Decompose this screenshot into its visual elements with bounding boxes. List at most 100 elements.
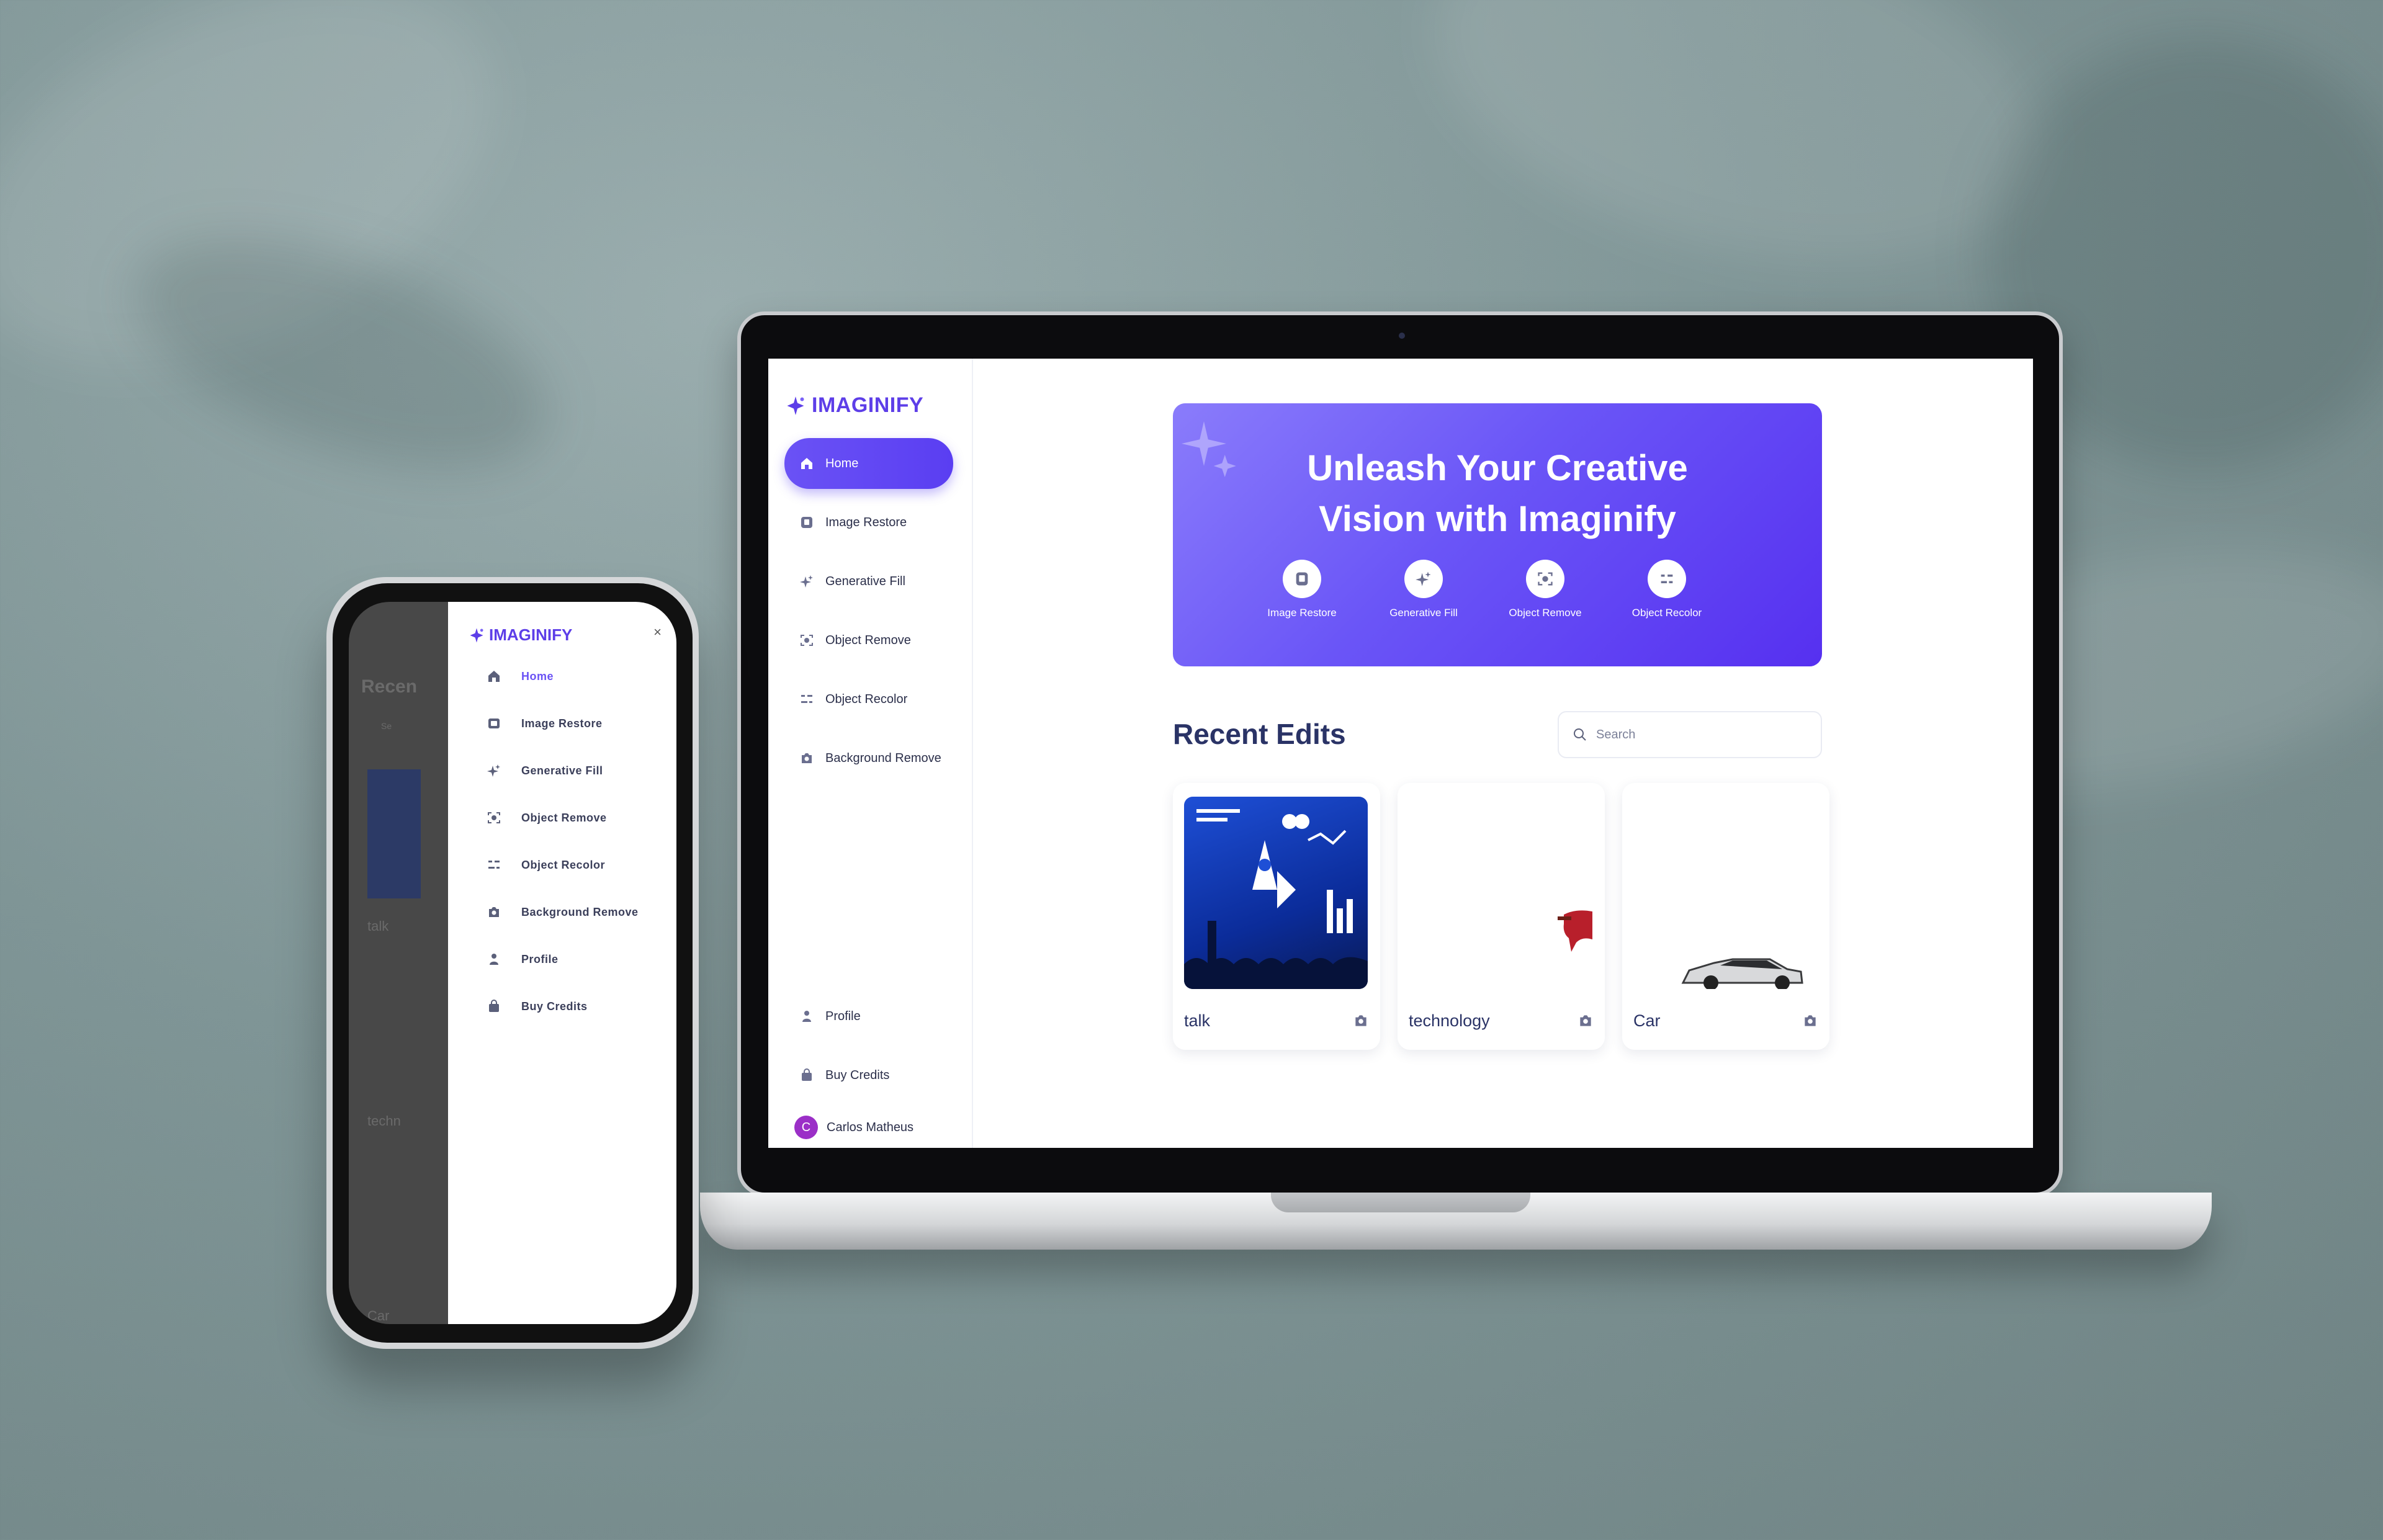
menu-item-label: Home bbox=[521, 669, 554, 683]
sidebar-item-generative-fill[interactable]: Generative Fill bbox=[784, 556, 953, 607]
mobile-menu-profile[interactable]: Profile bbox=[487, 952, 559, 967]
filter-icon bbox=[1648, 560, 1686, 598]
search-icon bbox=[1574, 728, 1586, 741]
card-image bbox=[1409, 797, 1592, 989]
sidebar-item-label: Object Recolor bbox=[825, 692, 908, 706]
app-logo[interactable]: IMAGINIFY bbox=[784, 393, 923, 418]
desktop-screen: IMAGINIFY Home Image Restore Generative … bbox=[768, 359, 2033, 1148]
user-icon bbox=[799, 1009, 814, 1024]
phone-frame: Recen Se talk techn Car IMAGINIFY × Home… bbox=[326, 577, 699, 1349]
card-title: Car bbox=[1633, 1011, 1661, 1030]
menu-item-label: Profile bbox=[521, 952, 559, 965]
menu-item-label: Object Remove bbox=[521, 811, 607, 824]
sidebar-item-buy-credits[interactable]: Buy Credits bbox=[784, 1050, 953, 1101]
close-button[interactable]: × bbox=[653, 624, 662, 640]
search-input[interactable] bbox=[1595, 727, 1796, 743]
phone-bezel: Recen Se talk techn Car IMAGINIFY × Home… bbox=[333, 583, 693, 1343]
mobile-menu-home[interactable]: Home bbox=[487, 669, 554, 684]
filter-icon bbox=[488, 861, 500, 869]
logo-icon bbox=[470, 627, 483, 643]
mobile-bg-card-image bbox=[367, 769, 421, 898]
car-illustration bbox=[1681, 958, 1803, 989]
laptop-base bbox=[700, 1193, 2212, 1250]
tool-generative-fill[interactable]: Generative Fill bbox=[1389, 560, 1458, 619]
sidebar-item-home[interactable]: Home bbox=[784, 438, 953, 489]
sidebar-item-object-remove[interactable]: Object Remove bbox=[784, 615, 953, 666]
filter-icon bbox=[799, 692, 814, 707]
camera-icon bbox=[1805, 1015, 1816, 1026]
talk-illustration bbox=[1184, 809, 1368, 989]
image-card-technology[interactable]: technology bbox=[1398, 783, 1605, 1050]
logo-icon bbox=[787, 396, 804, 415]
mobile-app-logo[interactable]: IMAGINIFY bbox=[468, 625, 572, 645]
sidebar-item-label: Buy Credits bbox=[825, 1068, 890, 1082]
user-profile[interactable]: C Carlos Matheus bbox=[794, 1116, 913, 1139]
camera-icon bbox=[1355, 1015, 1367, 1026]
sidebar-item-profile[interactable]: Profile bbox=[784, 991, 953, 1042]
mobile-bg-title: Recen bbox=[361, 676, 418, 697]
menu-item-label: Image Restore bbox=[521, 717, 603, 730]
image-icon bbox=[488, 719, 500, 728]
app-name: IMAGINIFY bbox=[489, 625, 573, 644]
user-name: Carlos Matheus bbox=[827, 1120, 914, 1134]
card-title: talk bbox=[1184, 1011, 1211, 1030]
stars-icon bbox=[487, 764, 500, 777]
hero-banner: Unleash Your Creative Vision with Imagin… bbox=[1173, 403, 1822, 666]
menu-item-label: Object Recolor bbox=[521, 858, 606, 871]
sidebar-item-label: Image Restore bbox=[825, 515, 907, 529]
mobile-menu-object-remove[interactable]: Object Remove bbox=[487, 810, 607, 825]
hero-title: Unleash Your Creative Vision with Imagin… bbox=[1307, 448, 1688, 539]
tool-object-remove[interactable]: Object Remove bbox=[1509, 560, 1582, 619]
mobile-menu-buy-credits[interactable]: Buy Credits bbox=[487, 999, 588, 1014]
laptop-notch bbox=[1271, 1193, 1530, 1212]
tool-label: Object Recolor bbox=[1631, 607, 1702, 619]
mobile-menu-generative-fill[interactable]: Generative Fill bbox=[487, 763, 603, 778]
background-leaf bbox=[1396, 0, 2080, 323]
avatar: C bbox=[794, 1116, 818, 1139]
menu-item-label: Background Remove bbox=[521, 905, 639, 918]
tool-label: Object Remove bbox=[1509, 607, 1582, 619]
scan-icon bbox=[488, 812, 500, 823]
card-image bbox=[1184, 797, 1368, 989]
image-card-talk[interactable]: talk bbox=[1173, 783, 1380, 1050]
sidebar-item-label: Profile bbox=[825, 1009, 861, 1023]
mobile-bg-search: Se bbox=[381, 721, 392, 731]
home-icon bbox=[799, 456, 814, 471]
camera-icon bbox=[489, 907, 499, 917]
card-image bbox=[1633, 797, 1817, 989]
sidebar-item-background-remove[interactable]: Background Remove bbox=[784, 733, 953, 784]
laptop-camera bbox=[1399, 333, 1405, 339]
mobile-screen: Recen Se talk techn Car IMAGINIFY × Home… bbox=[349, 602, 676, 1324]
menu-item-label: Generative Fill bbox=[521, 764, 603, 777]
camera-icon bbox=[799, 751, 814, 766]
sidebar-item-label: Home bbox=[825, 456, 859, 470]
bag-icon bbox=[489, 1000, 499, 1012]
technology-illustration bbox=[1558, 910, 1592, 952]
search-box[interactable] bbox=[1558, 711, 1822, 758]
home-icon bbox=[488, 671, 500, 682]
tool-image-restore[interactable]: Image Restore bbox=[1267, 560, 1337, 619]
mobile-menu-image-restore[interactable]: Image Restore bbox=[487, 716, 603, 731]
sidebar: IMAGINIFY Home Image Restore Generative … bbox=[768, 359, 973, 1148]
scan-icon bbox=[1526, 560, 1564, 598]
image-card-car[interactable]: Car bbox=[1622, 783, 1829, 1050]
camera-icon bbox=[1580, 1015, 1591, 1026]
mobile-bg-card-label: techn bbox=[367, 1113, 401, 1129]
tool-shortcuts: Image Restore Generative Fill Object Rem… bbox=[1267, 560, 1702, 619]
mobile-menu-background-remove[interactable]: Background Remove bbox=[487, 905, 639, 920]
mobile-menu-object-recolor[interactable]: Object Recolor bbox=[487, 857, 605, 872]
app-name: IMAGINIFY bbox=[812, 393, 924, 417]
sidebar-item-label: Object Remove bbox=[825, 633, 911, 647]
stars-icon bbox=[799, 574, 814, 589]
image-icon bbox=[1283, 560, 1321, 598]
tool-object-recolor[interactable]: Object Recolor bbox=[1632, 560, 1702, 619]
bag-icon bbox=[799, 1068, 814, 1083]
sidebar-item-image-restore[interactable]: Image Restore bbox=[784, 497, 953, 548]
recent-edits-title: Recent Edits bbox=[1173, 718, 1346, 750]
mobile-bg-card-label: talk bbox=[367, 918, 389, 934]
user-icon bbox=[490, 954, 498, 965]
image-icon bbox=[799, 515, 814, 530]
scan-icon bbox=[799, 633, 814, 648]
sidebar-item-object-recolor[interactable]: Object Recolor bbox=[784, 674, 953, 725]
sidebar-item-label: Generative Fill bbox=[825, 574, 905, 588]
